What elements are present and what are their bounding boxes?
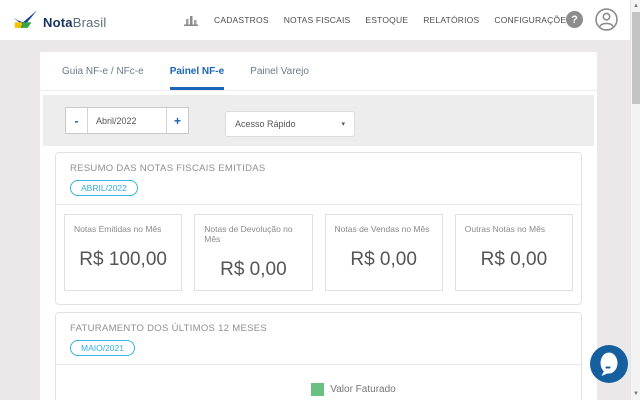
bar-chart-icon[interactable] [183,13,199,27]
stat-card-notas-vendas: Notas de Vendas no Mês R$ 0,00 [324,214,443,291]
brand-name: NotaBrasil [43,14,107,30]
summary-cards-row: Notas Emitidas no Mês R$ 100,00 Notas de… [56,205,581,300]
notabrasil-logo-icon [12,9,38,35]
quick-access-label: Acesso Rápido [235,119,296,129]
billing-month-badge: MAIO/2021 [70,340,135,356]
app-viewport: NotaBrasil CADASTROS NOTAS FISCAIS ESTOQ… [0,0,640,400]
summary-title: RESUMO DAS NOTAS FISCAIS EMITIDAS [70,163,266,174]
stat-label: Outras Notas no Mês [464,224,546,234]
summary-header: RESUMO DAS NOTAS FISCAIS EMITIDAS ABRIL/… [56,153,581,205]
stat-value: R$ 0,00 [220,259,287,280]
stat-card-outras-notas: Outras Notas no Mês R$ 0,00 [454,214,573,291]
legend-color-swatch [311,383,325,396]
vertical-scrollbar[interactable]: ▲ ▼ [630,0,640,400]
caret-down-icon: ▾ [341,121,345,128]
nav-item-relatorios[interactable]: RELATÓRIOS [423,15,479,25]
legend-label: Valor Faturado [330,384,396,395]
help-icon[interactable]: ? [566,11,583,28]
top-header-bar: NotaBrasil CADASTROS NOTAS FISCAIS ESTOQ… [0,0,630,40]
brand-logo[interactable]: NotaBrasil [12,9,106,35]
user-avatar-icon[interactable] [595,8,618,36]
billing-title: FATURAMENTO DOS ÚLTIMOS 12 MESES [70,323,267,334]
summary-section: RESUMO DAS NOTAS FISCAIS EMITIDAS ABRIL/… [55,152,582,305]
nav-item-cadastros[interactable]: CADASTROS [214,15,269,25]
chat-bubble-icon[interactable] [590,345,628,383]
month-stepper: - + [65,107,189,134]
scrollbar-up-icon[interactable]: ▲ [631,1,640,11]
nav-item-configuracoes[interactable]: CONFIGURAÇÕES [494,15,572,25]
billing-header: FATURAMENTO DOS ÚLTIMOS 12 MESES MAIO/20… [56,313,581,365]
panel-tabs: Guia NF-e / NFc-e Painel NF-e Painel Var… [40,52,597,91]
top-navigation: CADASTROS NOTAS FISCAIS ESTOQUE RELATÓRI… [183,0,572,40]
stat-label: Notas de Vendas no Mês [334,224,430,234]
quick-access-select[interactable]: Acesso Rápido ▾ [225,111,355,137]
scrollbar-thumb[interactable] [632,12,640,104]
stat-card-notas-emitidas: Notas Emitidas no Mês R$ 100,00 [64,214,183,291]
tab-painel-varejo[interactable]: Painel Varejo [250,52,309,90]
filter-toolbar: - + Acesso Rápido ▾ [43,95,594,146]
stat-value: R$ 0,00 [480,249,548,270]
month-increment-button[interactable]: + [167,108,188,133]
summary-month-badge: ABRIL/2022 [70,180,138,196]
tab-painel-nfe[interactable]: Painel NF-e [169,52,225,90]
billing-section: FATURAMENTO DOS ÚLTIMOS 12 MESES MAIO/20… [55,312,582,400]
stat-value: R$ 0,00 [350,249,417,270]
nav-item-estoque[interactable]: ESTOQUE [365,15,408,25]
nav-item-notas-fiscais[interactable]: NOTAS FISCAIS [284,15,351,25]
stat-label: Notas Emitidas no Mês [74,224,162,234]
scrollbar-down-icon[interactable]: ▼ [631,389,640,399]
main-content-panel: Guia NF-e / NFc-e Painel NF-e Painel Var… [40,52,597,400]
stat-label: Notas de Devolução no Mês [204,224,293,244]
month-decrement-button[interactable]: - [66,108,87,133]
stat-card-notas-devolucao: Notas de Devolução no Mês R$ 0,00 [194,214,313,291]
stat-value: R$ 100,00 [79,249,167,270]
month-input[interactable] [87,108,167,133]
tab-guia-nfe-nfce[interactable]: Guia NF-e / NFc-e [62,52,144,90]
chart-legend: Valor Faturado [56,383,581,396]
